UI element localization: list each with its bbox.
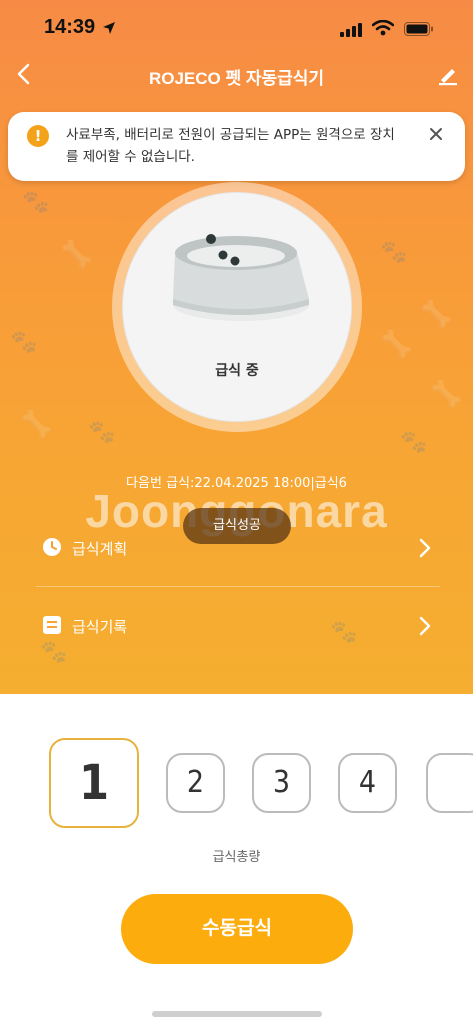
close-icon[interactable] [428, 126, 444, 146]
paw-pattern-icon: 🐾 [22, 190, 50, 215]
nav-bar: ROJECO 펫 자동급식기 [0, 58, 473, 92]
clock-icon [42, 537, 62, 561]
warning-icon: ! [27, 125, 49, 147]
portion-total-label: 급식총량 [212, 850, 261, 865]
bone-pattern-icon: 🦴 [20, 410, 53, 440]
alert-message: 사료부족, 배터리로 전원이 공급되는 APP는 원격으로 장치를 제어할 수 … [66, 127, 395, 165]
bone-pattern-icon: 🦴 [430, 380, 463, 410]
list-icon [42, 615, 62, 639]
menu-item-label: 급식기록 [72, 618, 128, 636]
chevron-right-icon [418, 537, 432, 563]
alert-banner: ! 사료부족, 배터리로 전원이 공급되는 APP는 원격으로 장치를 제어할 … [8, 112, 465, 181]
menu-item-label: 급식계획 [72, 540, 128, 558]
cellular-signal-icon [340, 22, 364, 41]
feeder-status-circle [122, 192, 352, 422]
edit-pencil-icon[interactable] [437, 64, 459, 90]
portion-selector: 1 2 3 4 [0, 735, 473, 835]
bone-pattern-icon: 🦴 [380, 330, 413, 360]
bone-pattern-icon: 🦴 [420, 300, 453, 330]
location-arrow-icon [102, 20, 116, 39]
paw-pattern-icon: 🐾 [380, 240, 408, 265]
bone-pattern-icon: 🦴 [60, 240, 93, 270]
portion-option-2[interactable]: 2 [166, 753, 225, 813]
home-indicator [152, 1011, 322, 1017]
chevron-right-icon [418, 615, 432, 641]
portion-option-3[interactable]: 3 [252, 753, 311, 813]
paw-pattern-icon: 🐾 [10, 330, 38, 355]
menu-item-feeding-plan[interactable]: 급식계획 [0, 526, 473, 570]
food-bowl-icon [173, 234, 309, 321]
portion-option-4[interactable]: 4 [338, 753, 397, 813]
portion-option-1[interactable]: 1 [49, 738, 139, 828]
portion-option-next[interactable] [426, 753, 473, 813]
paw-pattern-icon: 🐾 [400, 430, 428, 455]
manual-feed-button[interactable]: 수동급식 [121, 894, 353, 964]
status-bar: 14:39 [0, 14, 473, 46]
battery-icon [404, 21, 434, 40]
paw-pattern-icon: 🐾 [88, 420, 116, 445]
menu-item-feeding-history[interactable]: 급식기록 [0, 604, 473, 648]
wifi-icon [371, 19, 395, 40]
page-title: ROJECO 펫 자동급식기 [148, 69, 325, 88]
feeder-status-text: 급식 중 [215, 363, 259, 379]
menu-divider [36, 586, 440, 587]
status-time: 14:39 [44, 16, 96, 38]
